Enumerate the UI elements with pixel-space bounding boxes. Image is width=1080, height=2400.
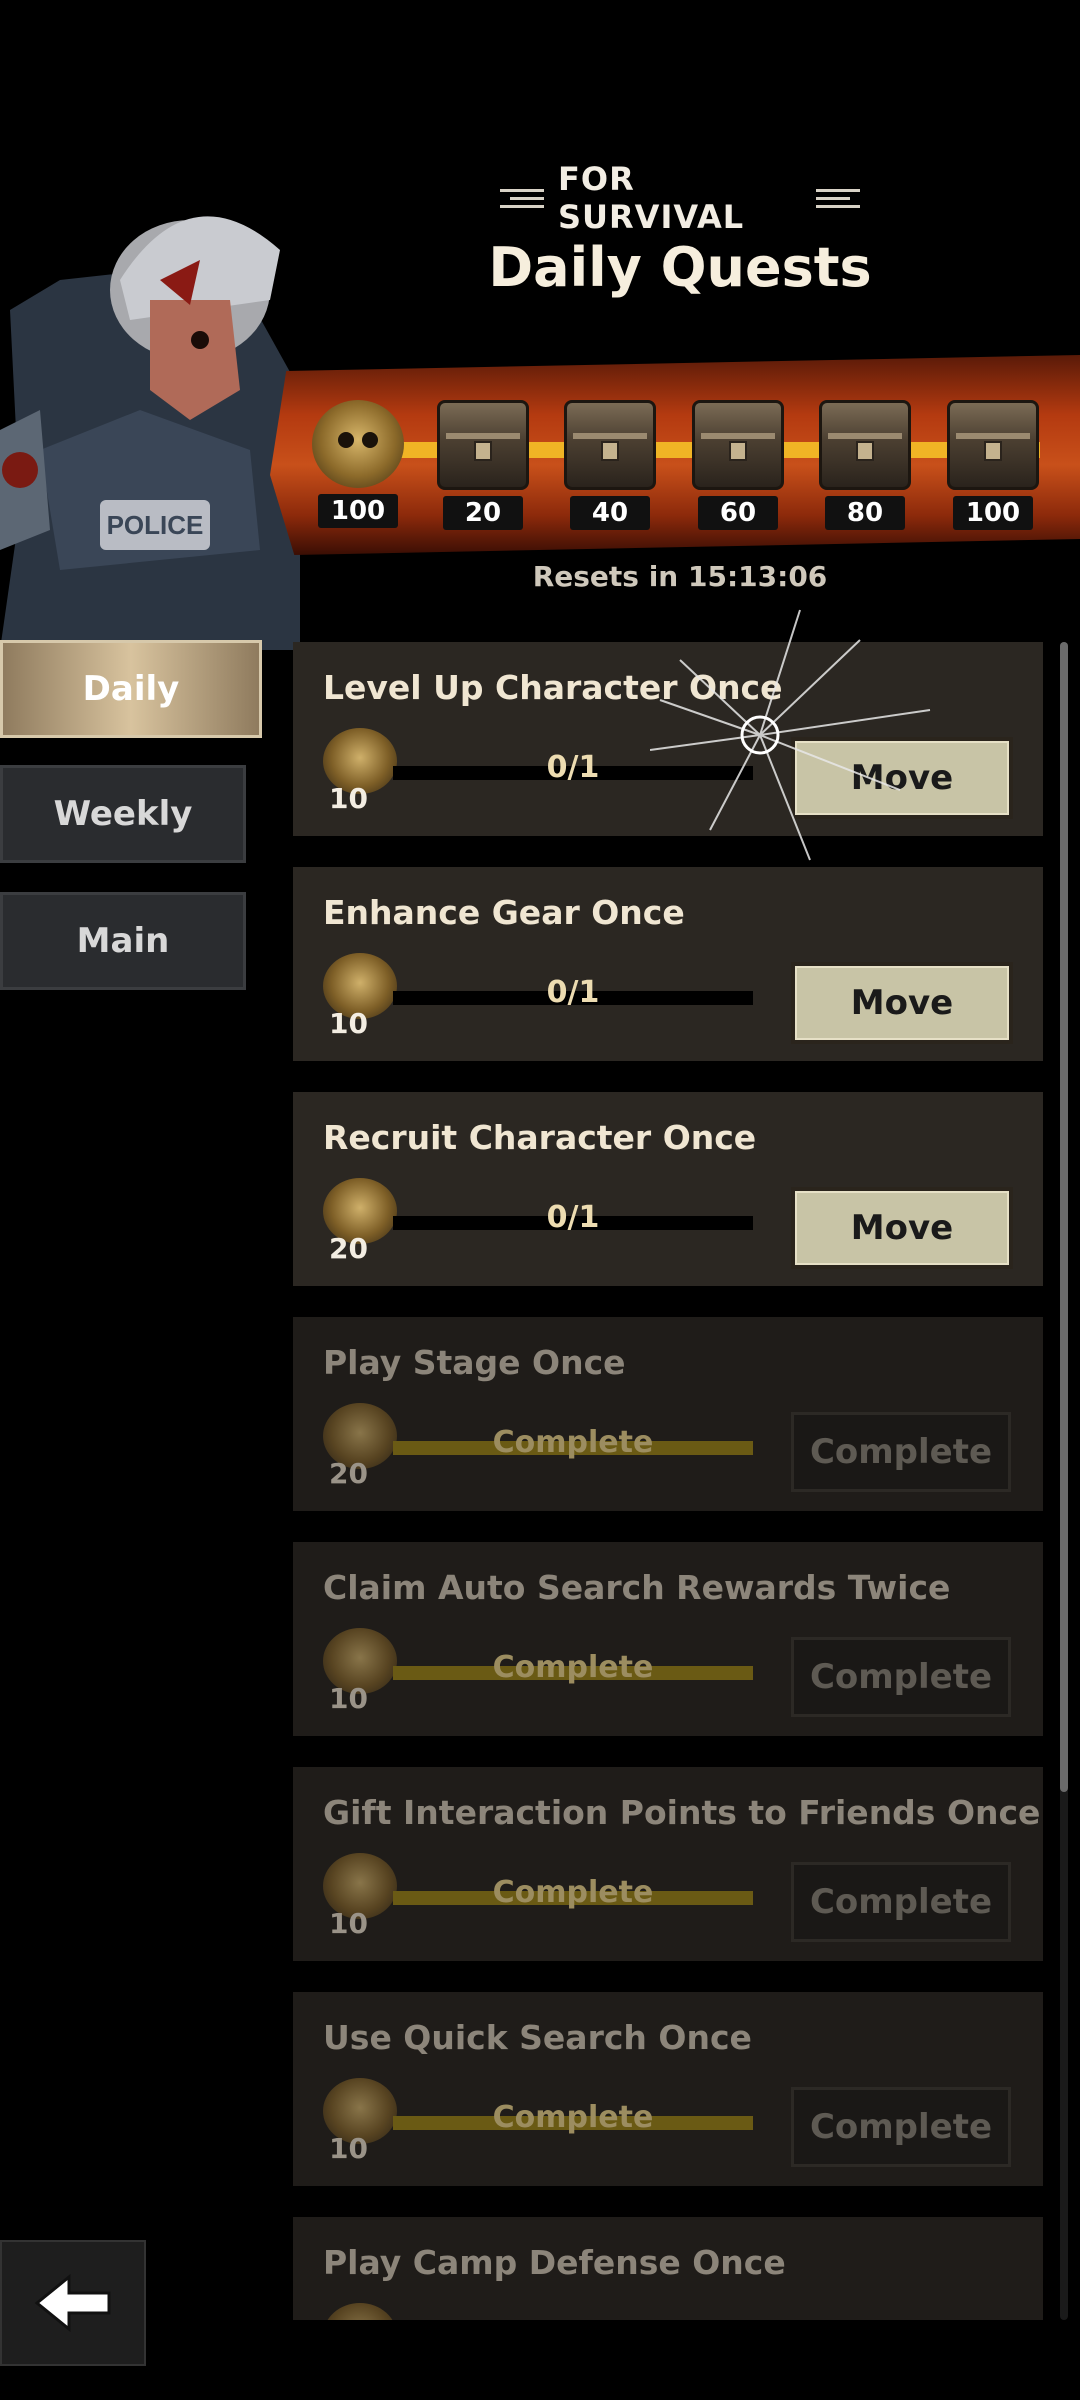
quest-progress-text: Complete <box>492 2100 654 2135</box>
quest-card-completed: Play Stage Once 20 Complete Complete <box>293 1317 1043 1511</box>
quest-title: Recruit Character Once <box>323 1118 757 1157</box>
quest-title: Use Quick Search Once <box>323 2018 752 2057</box>
milestone-chest-3[interactable]: 60 <box>683 400 793 530</box>
chest-icon <box>692 400 784 490</box>
subtitle: FOR SURVIVAL <box>500 160 860 236</box>
quest-card: Recruit Character Once 20 0/1 Move <box>293 1092 1043 1286</box>
quest-title: Play Camp Defense Once <box>323 2243 786 2282</box>
complete-button: Complete <box>791 1862 1011 1942</box>
quest-title: Play Stage Once <box>323 1343 626 1382</box>
quest-progress-text: 0/1 <box>546 750 600 785</box>
decor-lines-right <box>816 188 860 208</box>
milestone-skull[interactable]: 100 <box>303 400 413 528</box>
quest-reward-value: 10 <box>329 1682 368 1715</box>
quest-reward-value: 20 <box>329 1232 368 1265</box>
page-title: Daily Quests <box>488 236 872 299</box>
quest-reward-value: 20 <box>329 1457 368 1490</box>
chest-icon <box>819 400 911 490</box>
milestone-chest-4[interactable]: 80 <box>810 400 920 530</box>
quest-card-completed: Play Camp Defense Once <box>293 2217 1043 2320</box>
milestone-label: 60 <box>698 496 778 530</box>
milestone-chest-1[interactable]: 20 <box>428 400 538 530</box>
quest-title: Gift Interaction Points to Friends Once <box>323 1793 1041 1832</box>
quest-card: Level Up Character Once 10 0/1 Move <box>293 642 1043 836</box>
quest-title: Claim Auto Search Rewards Twice <box>323 1568 951 1607</box>
move-button[interactable]: Move <box>791 737 1013 819</box>
back-button[interactable] <box>0 2240 146 2366</box>
move-button[interactable]: Move <box>791 962 1013 1044</box>
quest-list[interactable]: Level Up Character Once 10 0/1 Move Enha… <box>293 642 1043 2320</box>
reset-timer: Resets in 15:13:06 <box>532 560 828 593</box>
quest-title: Level Up Character Once <box>323 668 783 707</box>
milestone-label: 80 <box>825 496 905 530</box>
quest-progress-text: Complete <box>492 1425 654 1460</box>
quest-card-completed: Claim Auto Search Rewards Twice 10 Compl… <box>293 1542 1043 1736</box>
milestone-label: 100 <box>953 496 1033 530</box>
tab-main[interactable]: Main <box>0 892 246 990</box>
tab-weekly[interactable]: Weekly <box>0 765 246 863</box>
milestone-label: 40 <box>570 496 650 530</box>
chest-icon <box>437 400 529 490</box>
complete-button: Complete <box>791 1412 1011 1492</box>
chest-icon <box>947 400 1039 490</box>
quest-reward-value: 10 <box>329 1007 368 1040</box>
police-zombie-character-art: POLICE <box>0 216 300 650</box>
quest-card-completed: Use Quick Search Once 10 Complete Comple… <box>293 1992 1043 2186</box>
quest-card: Enhance Gear Once 10 0/1 Move <box>293 867 1043 1061</box>
milestone-chest-5[interactable]: 100 <box>938 400 1048 530</box>
skull-medal-icon <box>312 400 404 488</box>
milestone-label: 100 <box>318 494 398 528</box>
scroll-thumb[interactable] <box>1060 642 1068 1792</box>
quest-progress-text: Complete <box>492 1650 654 1685</box>
chest-icon <box>564 400 656 490</box>
complete-button: Complete <box>791 2087 1011 2167</box>
milestone-label: 20 <box>443 496 523 530</box>
quest-reward-value: 10 <box>329 2132 368 2165</box>
quest-card-completed: Gift Interaction Points to Friends Once … <box>293 1767 1043 1961</box>
arrow-left-icon <box>34 2273 111 2333</box>
move-button[interactable]: Move <box>791 1187 1013 1269</box>
quest-progress-text: 0/1 <box>546 975 600 1010</box>
quest-progress-text: Complete <box>492 1875 654 1910</box>
decor-lines-left <box>500 188 544 208</box>
skull-reward-icon <box>323 2303 397 2320</box>
quest-progress-text: 0/1 <box>546 1200 600 1235</box>
milestone-chest-2[interactable]: 40 <box>555 400 665 530</box>
quest-title: Enhance Gear Once <box>323 893 685 932</box>
subtitle-text: FOR SURVIVAL <box>558 160 745 236</box>
quest-reward-value: 10 <box>329 1907 368 1940</box>
quest-list-scrollbar[interactable] <box>1060 642 1068 2320</box>
svg-text:POLICE: POLICE <box>107 510 204 540</box>
quest-reward-value: 10 <box>329 782 368 815</box>
complete-button: Complete <box>791 1637 1011 1717</box>
tab-daily[interactable]: Daily <box>0 640 262 738</box>
